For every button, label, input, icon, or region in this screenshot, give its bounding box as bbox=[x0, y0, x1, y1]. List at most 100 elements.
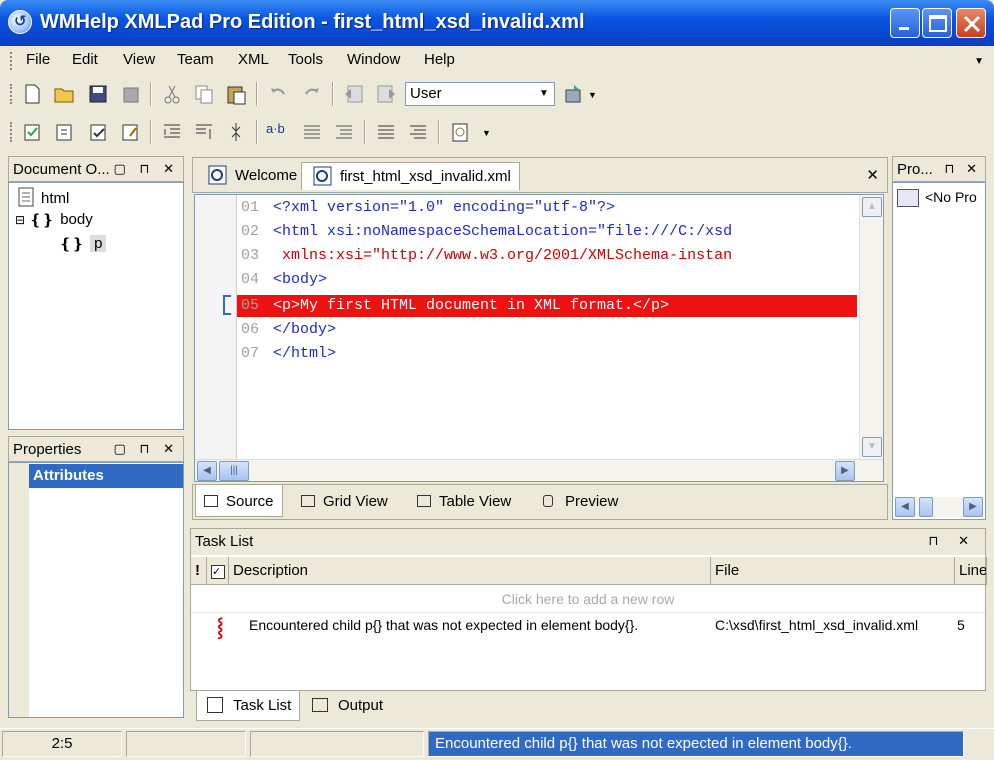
tab-grid-view[interactable]: Grid View bbox=[293, 485, 396, 517]
priority-column-header[interactable]: ! bbox=[191, 557, 207, 585]
scroll-right-icon[interactable]: ▶ bbox=[835, 461, 855, 481]
validate-icon[interactable] bbox=[20, 120, 44, 144]
tree-item-body[interactable]: ⊟ ❴❵ body bbox=[15, 211, 93, 229]
uncomment-icon[interactable] bbox=[332, 120, 356, 144]
tree-item-p[interactable]: ❴❵ p bbox=[59, 235, 107, 253]
menu-tools[interactable]: Tools bbox=[288, 51, 323, 68]
toolbar-grip[interactable] bbox=[10, 122, 14, 142]
panel-controls[interactable]: ⊓ ✕ bbox=[928, 533, 977, 549]
comment-icon[interactable] bbox=[300, 120, 324, 144]
close-icon bbox=[963, 15, 981, 33]
scroll-down-icon[interactable]: ▼ bbox=[862, 437, 882, 457]
right-panel-hscroll[interactable]: ◀ ▶ bbox=[895, 497, 983, 517]
task-description: Encountered child p{} that was not expec… bbox=[249, 617, 639, 633]
close-tab-icon[interactable]: ✕ bbox=[866, 166, 879, 184]
navigate-back-icon[interactable] bbox=[342, 82, 366, 106]
document-outline-header: Document O... ▢ ⊓ ✕ bbox=[8, 156, 184, 182]
schema-check-icon[interactable] bbox=[86, 120, 110, 144]
code-line-02[interactable]: 02 <html xsi:noNamespaceSchemaLocation="f… bbox=[237, 221, 732, 243]
code-line-06[interactable]: 06 </body> bbox=[237, 319, 336, 341]
wrap-icon[interactable] bbox=[406, 120, 430, 144]
check-wellformed-icon[interactable] bbox=[52, 120, 76, 144]
maximize-button[interactable] bbox=[922, 8, 952, 38]
output-icon bbox=[312, 698, 328, 712]
code-line-05-error[interactable]: 05 <p>My first HTML document in XML forma… bbox=[237, 295, 857, 317]
file-column-header[interactable]: File bbox=[711, 557, 955, 585]
save-icon[interactable] bbox=[86, 82, 110, 106]
redo-icon[interactable] bbox=[300, 82, 324, 106]
code-line-03[interactable]: 03 xmlns:xsi="http://www.w3.org/2001/XML… bbox=[237, 245, 732, 267]
code-editor[interactable]: 01 <?xml version="1.0" encoding="utf-8"?>… bbox=[194, 194, 884, 482]
checkbox-column-header[interactable]: ✓ bbox=[207, 557, 229, 585]
scroll-up-icon[interactable]: ▲ bbox=[862, 197, 882, 217]
tab-welcome[interactable]: Welcome bbox=[197, 162, 305, 190]
menu-view[interactable]: View bbox=[123, 51, 155, 68]
tab-task-list[interactable]: Task List bbox=[196, 691, 301, 721]
table-row[interactable]: ⸾ Encountered child p{} that was not exp… bbox=[191, 613, 985, 641]
tab-file-label: first_html_xsd_invalid.xml bbox=[340, 168, 511, 185]
collapse-icon[interactable] bbox=[224, 120, 248, 144]
line-column-header[interactable]: Line bbox=[955, 557, 987, 585]
menu-overflow-icon[interactable]: ▼ bbox=[974, 56, 984, 67]
menu-window[interactable]: Window bbox=[347, 51, 400, 68]
tab-table-view[interactable]: Table View bbox=[409, 485, 519, 517]
right-panel-title: Pro... bbox=[897, 161, 933, 178]
panel-controls[interactable]: ▢ ⊓ ✕ bbox=[113, 161, 179, 177]
menu-file[interactable]: File bbox=[26, 51, 50, 68]
copy-icon[interactable] bbox=[192, 82, 216, 106]
menubar-grip[interactable] bbox=[10, 52, 14, 70]
no-properties-item[interactable]: <No Pro bbox=[897, 189, 977, 208]
panel-controls[interactable]: ⊓ ✕ bbox=[944, 161, 981, 177]
tab-source[interactable]: Source bbox=[195, 485, 283, 517]
right-panel: <No Pro ◀ ▶ bbox=[892, 182, 986, 520]
tab-first-html-xsd-invalid[interactable]: first_html_xsd_invalid.xml bbox=[301, 162, 520, 190]
paste-icon[interactable] bbox=[224, 82, 248, 106]
status-cell-3 bbox=[250, 731, 424, 757]
find-replace-icon[interactable]: a·b bbox=[266, 120, 296, 144]
scroll-left-icon[interactable]: ◀ bbox=[895, 497, 915, 517]
user-combo[interactable]: User ▼ bbox=[405, 82, 555, 106]
menu-edit[interactable]: Edit bbox=[72, 51, 98, 68]
scroll-thumb[interactable] bbox=[919, 497, 933, 517]
chevron-down-icon[interactable]: ▼ bbox=[536, 85, 552, 103]
xpath-icon[interactable] bbox=[448, 120, 472, 144]
scroll-right-icon[interactable]: ▶ bbox=[963, 497, 983, 517]
cut-icon[interactable] bbox=[160, 82, 184, 106]
scroll-left-icon[interactable]: ◀ bbox=[197, 461, 217, 481]
collapse-icon[interactable]: ⊟ bbox=[15, 213, 25, 227]
editor-hscroll[interactable]: ◀ ||| ▶ bbox=[195, 459, 883, 481]
editor-vscroll[interactable]: ▲ ▼ bbox=[859, 195, 883, 459]
open-folder-icon[interactable] bbox=[52, 82, 76, 106]
new-file-icon[interactable] bbox=[20, 82, 44, 106]
toolbar-overflow-icon[interactable]: ▼ bbox=[482, 128, 491, 138]
add-new-row[interactable]: Click here to add a new row bbox=[191, 587, 985, 613]
scroll-thumb[interactable]: ||| bbox=[219, 461, 249, 481]
edit-document-icon[interactable] bbox=[118, 120, 142, 144]
minimize-button[interactable] bbox=[890, 8, 920, 38]
tab-preview[interactable]: Preview bbox=[535, 485, 626, 517]
outdent-icon[interactable] bbox=[192, 120, 216, 144]
close-button[interactable] bbox=[956, 8, 986, 38]
preview-icon bbox=[543, 495, 553, 507]
indent-icon[interactable] bbox=[160, 120, 184, 144]
app-icon[interactable] bbox=[8, 10, 32, 34]
publish-icon[interactable] bbox=[562, 82, 586, 106]
format-icon[interactable] bbox=[374, 120, 398, 144]
attributes-header[interactable]: Attributes bbox=[29, 464, 183, 488]
description-column-header[interactable]: Description bbox=[229, 557, 711, 585]
menu-xml[interactable]: XML bbox=[238, 51, 269, 68]
toolbar-grip[interactable] bbox=[10, 84, 14, 104]
save-all-icon[interactable] bbox=[118, 82, 142, 106]
tab-output[interactable]: Output bbox=[302, 691, 391, 721]
navigate-forward-icon[interactable] bbox=[374, 82, 398, 106]
code-line-07[interactable]: 07 </html> bbox=[237, 343, 336, 365]
menu-help[interactable]: Help bbox=[424, 51, 455, 68]
undo-icon[interactable] bbox=[266, 82, 290, 106]
code-line-04[interactable]: 04 <body> bbox=[237, 269, 327, 291]
code-line-01[interactable]: 01 <?xml version="1.0" encoding="utf-8"?> bbox=[237, 197, 615, 219]
tree-item-html[interactable]: html bbox=[17, 187, 69, 211]
panel-controls[interactable]: ▢ ⊓ ✕ bbox=[113, 441, 179, 457]
toolbar-overflow-icon[interactable]: ▼ bbox=[588, 90, 597, 100]
menu-team[interactable]: Team bbox=[177, 51, 214, 68]
standard-toolbar: User ▼ ▼ bbox=[10, 78, 610, 110]
